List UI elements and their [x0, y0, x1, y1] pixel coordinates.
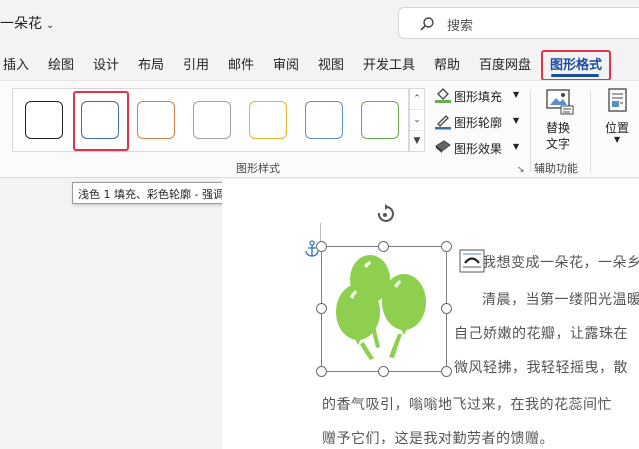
tab-review[interactable]: 审阅 — [273, 54, 299, 73]
doc-line-3: 自己娇嫩的花瓣，让露珠在 — [454, 326, 628, 342]
position-button[interactable]: 位置 ▼ — [600, 88, 636, 152]
style-swatch-1[interactable] — [25, 101, 63, 139]
shape-effects-icon — [435, 140, 451, 153]
style-swatch-4[interactable] — [193, 101, 231, 139]
tab-references[interactable]: 引用 — [183, 54, 209, 73]
tab-developer[interactable]: 开发工具 — [363, 54, 415, 73]
alt-text-button[interactable]: 替换 文字 — [540, 88, 580, 152]
position-icon — [608, 88, 627, 112]
tab-baidu-netdisk[interactable]: 百度网盘 — [479, 54, 531, 73]
paint-bucket-icon — [435, 88, 451, 103]
chevron-down-icon: ⌄ — [46, 20, 55, 31]
document-title[interactable]: 一朵花 ⌄ — [0, 13, 54, 33]
group-separator — [590, 90, 591, 172]
resize-handle-top-left[interactable] — [316, 241, 327, 252]
rotate-handle-icon[interactable] — [373, 203, 397, 231]
layout-options-button[interactable] — [459, 249, 485, 273]
position-label: 位置 — [605, 121, 630, 135]
resize-handle-top-right[interactable] — [441, 241, 452, 252]
resize-handle-bottom-left[interactable] — [316, 366, 327, 377]
pen-icon — [435, 115, 451, 130]
doc-line-1: 我想变成一朵花，一朵乡 — [482, 255, 639, 271]
tab-design[interactable]: 设计 — [93, 54, 119, 73]
resize-handle-right[interactable] — [441, 303, 452, 314]
resize-handle-left[interactable] — [316, 303, 327, 314]
accessibility-group-label: 辅助功能 — [534, 162, 578, 175]
shape-effects-label: 图形效果 — [454, 142, 503, 156]
tab-help[interactable]: 帮助 — [434, 54, 460, 73]
alt-text-label-2: 文字 — [546, 137, 571, 151]
chevron-down-icon: ▼ — [513, 116, 520, 125]
tab-mailings[interactable]: 邮件 — [228, 54, 254, 73]
resize-handle-bottom-right[interactable] — [441, 366, 452, 377]
shape-styles-group-label: 图形样式 — [236, 162, 280, 175]
document-title-text: 一朵花 — [0, 16, 42, 32]
gallery-down-button[interactable]: ⌄ — [410, 110, 424, 131]
layout-options-icon — [459, 249, 485, 273]
shape-fill-label: 图形填充 — [454, 90, 503, 104]
alt-text-icon — [546, 89, 574, 115]
gallery-up-button[interactable]: ⌃ — [410, 89, 424, 110]
dialog-launcher-icon[interactable]: ↘ — [517, 165, 525, 175]
search-placeholder: 搜索 — [447, 19, 474, 34]
shape-outline-label: 图形轮廓 — [454, 116, 503, 130]
resize-handle-top[interactable] — [378, 241, 389, 252]
balloons-icon — [330, 252, 440, 371]
active-tab-underline — [551, 74, 599, 77]
style-swatch-3[interactable] — [137, 101, 175, 139]
tab-draw[interactable]: 绘图 — [48, 54, 74, 73]
doc-line-5: 的香气吸引，嗡嗡地飞过来，在我的花蕊间忙 — [322, 397, 612, 413]
doc-line-2: 清晨，当第一缕阳光温暖 — [482, 292, 639, 308]
style-swatch-7[interactable] — [361, 101, 399, 139]
selected-style-highlight — [73, 91, 129, 151]
tab-view[interactable]: 视图 — [318, 54, 344, 73]
chevron-down-icon: ▼ — [513, 142, 520, 151]
search-icon — [420, 17, 434, 31]
search-box[interactable]: 搜索 — [398, 7, 639, 39]
doc-line-6: 赠予它们，这是我对勤劳者的馈赠。 — [322, 431, 554, 447]
style-swatch-6[interactable] — [305, 101, 343, 139]
tab-insert[interactable]: 插入 — [3, 54, 29, 73]
style-swatch-5[interactable] — [249, 101, 287, 139]
chevron-down-icon: ▼ — [513, 90, 520, 99]
alt-text-label-1: 替换 — [546, 121, 571, 135]
gallery-scroll: ⌃ ⌄ ▼ — [409, 88, 425, 152]
group-separator — [530, 90, 531, 172]
tab-layout[interactable]: 布局 — [138, 54, 164, 73]
chevron-down-icon: ▼ — [614, 135, 621, 144]
gallery-more-button[interactable]: ▼ — [410, 131, 424, 152]
doc-line-4: 微风轻拂，我轻轻摇曳，散 — [454, 360, 628, 376]
